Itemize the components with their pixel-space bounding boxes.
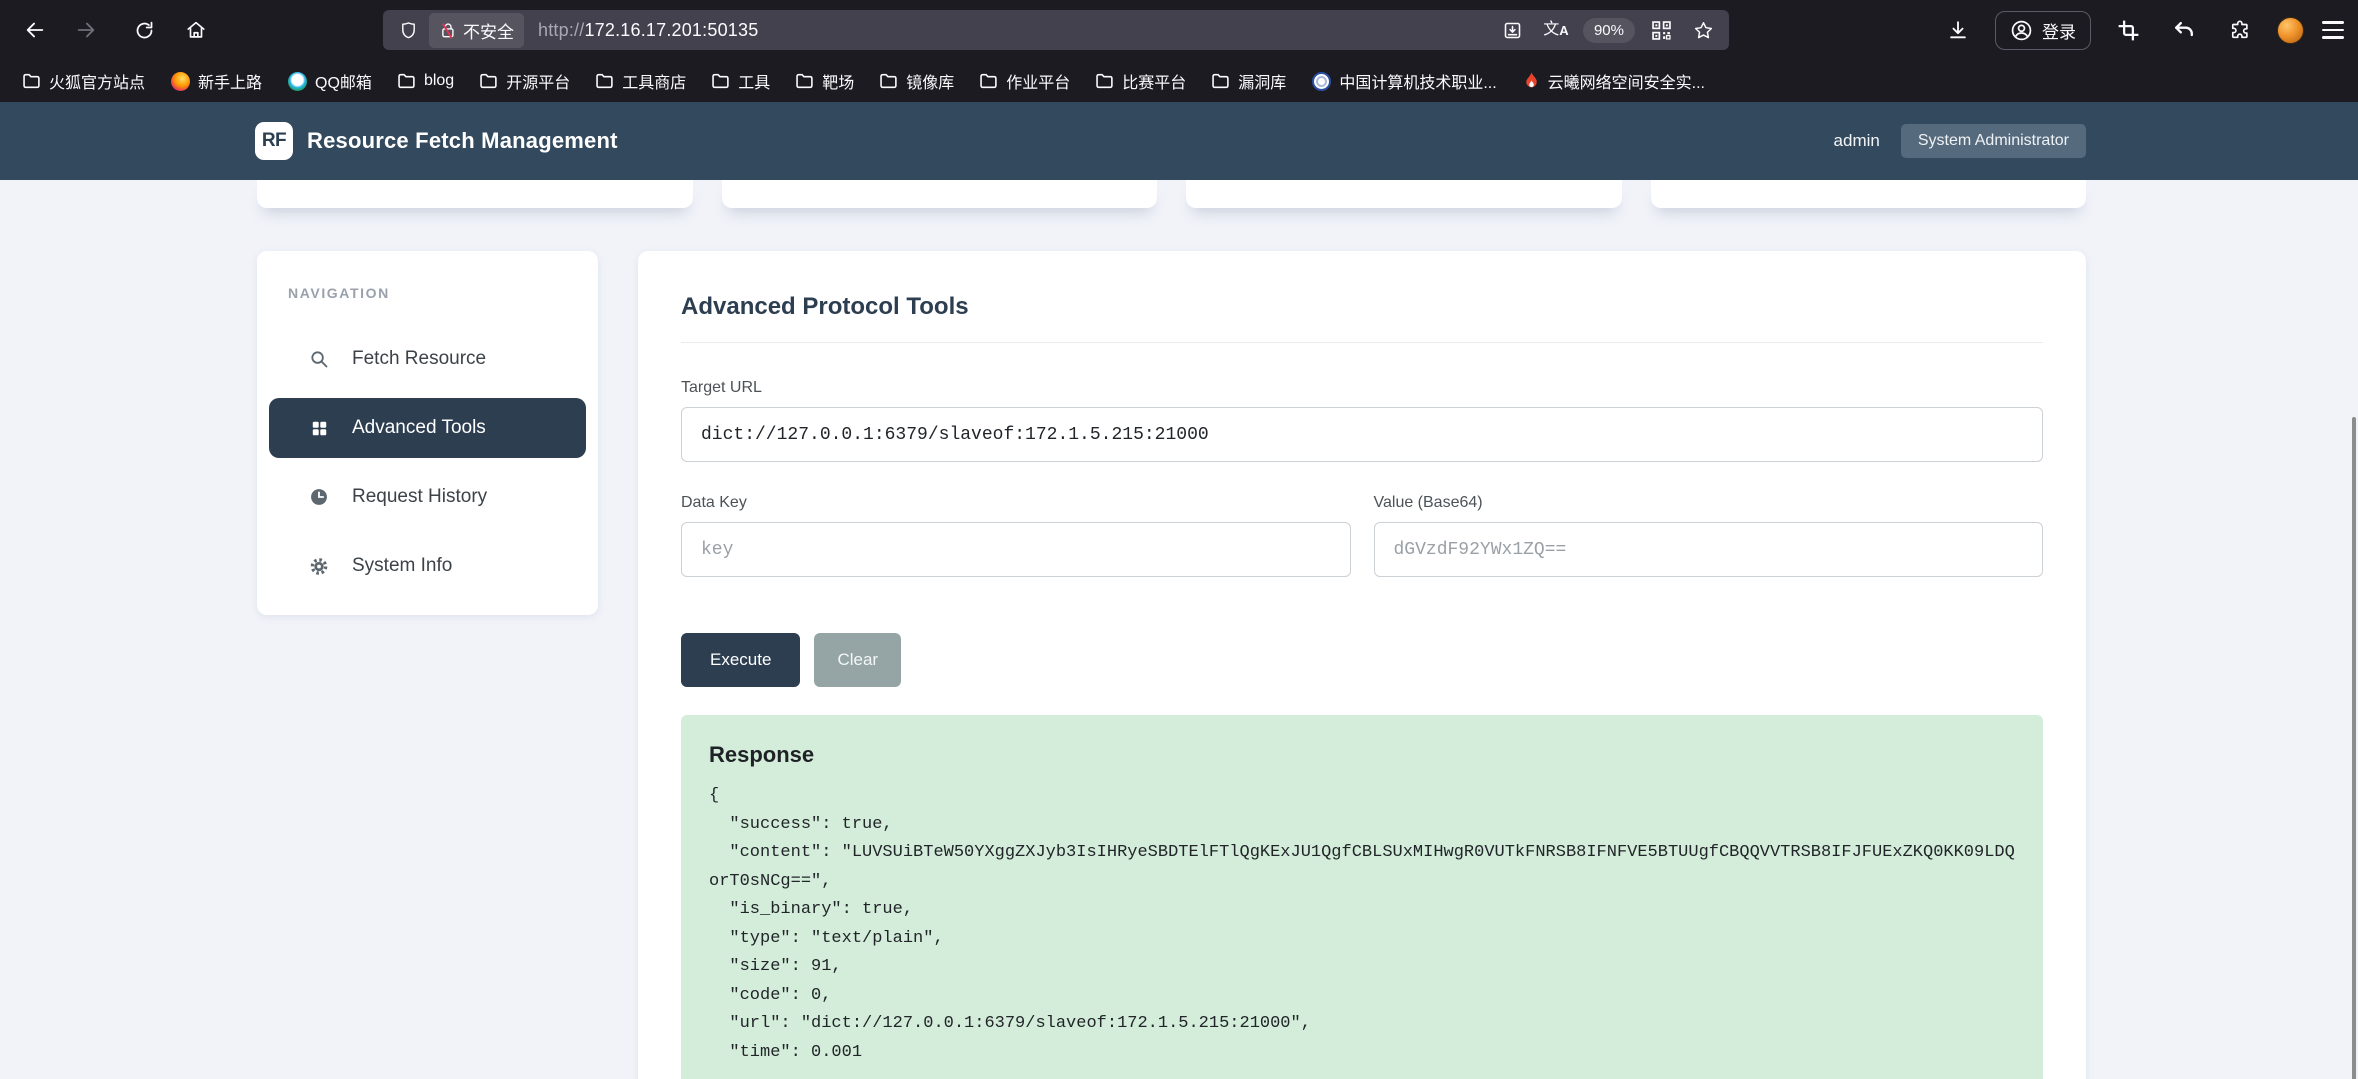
browser-profile-avatar[interactable] xyxy=(2277,16,2304,44)
extensions-puzzle-icon[interactable] xyxy=(2221,11,2259,49)
bookmark-item[interactable]: blog xyxy=(387,67,465,95)
advanced-tools-panel: Advanced Protocol Tools Target URL Data … xyxy=(638,251,2086,1079)
app-title: Resource Fetch Management xyxy=(307,128,618,153)
response-json: { "success": true, "content": "LUVSUiBTe… xyxy=(709,786,2015,1062)
firefox-icon xyxy=(171,71,191,91)
screenshot-icon[interactable] xyxy=(2109,11,2147,49)
sidebar-item-request-history[interactable]: Request History xyxy=(269,467,586,527)
sidebar-item-system-info[interactable]: System Info xyxy=(269,536,586,596)
account-login-button[interactable]: 登录 xyxy=(1995,10,2091,50)
role-badge[interactable]: System Administrator xyxy=(1900,124,2086,158)
folder-icon xyxy=(796,73,813,89)
username-label: admin xyxy=(1833,131,1880,150)
gear-icon xyxy=(309,556,329,576)
back-icon[interactable] xyxy=(16,11,54,49)
login-label: 登录 xyxy=(2042,22,2076,42)
navigation-sidebar: NAVIGATION Fetch Resource Advanced Tools… xyxy=(257,251,598,615)
value-base64-input[interactable] xyxy=(1373,522,2043,577)
response-heading: Response xyxy=(709,742,815,767)
folder-icon xyxy=(398,73,415,89)
bookmark-item[interactable]: 作业平台 xyxy=(969,64,1081,98)
bookmark-item[interactable]: 工具商店 xyxy=(585,64,697,98)
app-logo: RF xyxy=(255,122,293,160)
response-panel: Response { "success": true, "content": "… xyxy=(681,715,2043,1079)
translate-icon[interactable]: 文A xyxy=(1539,14,1573,46)
zoom-level-badge[interactable]: 90% xyxy=(1582,17,1635,43)
data-key-label: Data Key xyxy=(681,494,747,511)
page-title: Advanced Protocol Tools xyxy=(681,293,969,320)
folder-icon xyxy=(1096,73,1113,89)
bookmark-item[interactable]: 新手上路 xyxy=(160,64,273,98)
app-header: RF Resource Fetch Management admin Syste… xyxy=(0,102,2358,180)
forward-icon[interactable] xyxy=(67,11,105,49)
grid-icon xyxy=(309,418,329,438)
address-bar[interactable]: 不安全 http://172.16.17.201:50135 文A 90% xyxy=(383,10,1729,50)
folder-icon xyxy=(480,73,497,89)
refresh-icon[interactable] xyxy=(125,11,163,49)
qq-mail-icon xyxy=(288,71,308,91)
bookmark-item[interactable]: QQ邮箱 xyxy=(277,64,383,98)
sidebar-item-fetch-resource[interactable]: Fetch Resource xyxy=(269,329,586,389)
folder-icon xyxy=(712,73,729,89)
partial-card xyxy=(721,180,1157,208)
clock-icon xyxy=(309,487,329,507)
bookmark-star-icon[interactable] xyxy=(1687,14,1719,46)
sidebar-item-label: Advanced Tools xyxy=(352,417,486,438)
data-key-input[interactable] xyxy=(681,522,1351,577)
downloads-icon[interactable] xyxy=(1939,11,1977,49)
execute-button[interactable]: Execute xyxy=(681,633,801,687)
insecure-lock-icon xyxy=(442,22,454,39)
partial-card xyxy=(1186,180,1622,208)
navigation-heading: NAVIGATION xyxy=(288,285,390,301)
url-text[interactable]: http://172.16.17.201:50135 xyxy=(538,20,758,41)
org-logo-icon xyxy=(1312,71,1332,91)
search-icon xyxy=(309,349,329,369)
flame-icon xyxy=(1525,72,1537,87)
bookmark-item[interactable]: 漏洞库 xyxy=(1201,64,1297,98)
partial-card xyxy=(1650,180,2086,208)
bookmark-item[interactable]: 中国计算机技术职业... xyxy=(1301,64,1507,98)
account-icon xyxy=(2011,20,2032,40)
scrollbar-thumb[interactable] xyxy=(2352,417,2356,1079)
home-icon[interactable] xyxy=(177,11,215,49)
page-content: NAVIGATION Fetch Resource Advanced Tools… xyxy=(0,180,2358,1079)
shield-icon[interactable] xyxy=(393,15,423,45)
folder-icon xyxy=(596,73,613,89)
bookmarks-bar: 火狐官方站点 新手上路 QQ邮箱 blog 开源平台 工具商店 工具 靶场 镜像… xyxy=(0,60,2358,102)
bookmark-item[interactable]: 比赛平台 xyxy=(1085,64,1197,98)
bookmark-item[interactable]: 工具 xyxy=(701,64,781,98)
save-page-icon[interactable] xyxy=(1497,14,1529,46)
bookmark-item[interactable]: 镜像库 xyxy=(869,64,965,98)
folder-icon xyxy=(980,73,997,89)
bookmark-item[interactable]: 火狐官方站点 xyxy=(12,64,156,98)
value-base64-label: Value (Base64) xyxy=(1373,494,1483,511)
undo-history-icon[interactable] xyxy=(2165,11,2203,49)
target-url-label: Target URL xyxy=(681,379,762,396)
folder-icon xyxy=(23,73,40,89)
sidebar-item-label: Fetch Resource xyxy=(352,348,487,369)
partial-card xyxy=(257,180,693,208)
folder-icon xyxy=(880,73,897,89)
site-security-chip[interactable]: 不安全 xyxy=(429,12,524,48)
divider xyxy=(681,342,2043,343)
stats-cards-row xyxy=(0,180,2358,208)
sidebar-item-label: Request History xyxy=(352,486,488,507)
menu-icon[interactable] xyxy=(2322,21,2344,39)
folder-icon xyxy=(1212,73,1229,89)
sidebar-item-label: System Info xyxy=(352,555,453,576)
clear-button[interactable]: Clear xyxy=(814,633,902,687)
qr-code-icon[interactable] xyxy=(1645,14,1677,46)
bookmark-item[interactable]: 靶场 xyxy=(785,64,865,98)
bookmark-item[interactable]: 开源平台 xyxy=(469,64,581,98)
sidebar-item-advanced-tools[interactable]: Advanced Tools xyxy=(269,398,586,458)
bookmark-item[interactable]: 云曦网络空间安全实... xyxy=(1512,64,1716,98)
security-label: 不安全 xyxy=(463,22,514,42)
target-url-input[interactable] xyxy=(681,407,2043,462)
browser-toolbar: 不安全 http://172.16.17.201:50135 文A 90% 登录 xyxy=(0,0,2358,60)
